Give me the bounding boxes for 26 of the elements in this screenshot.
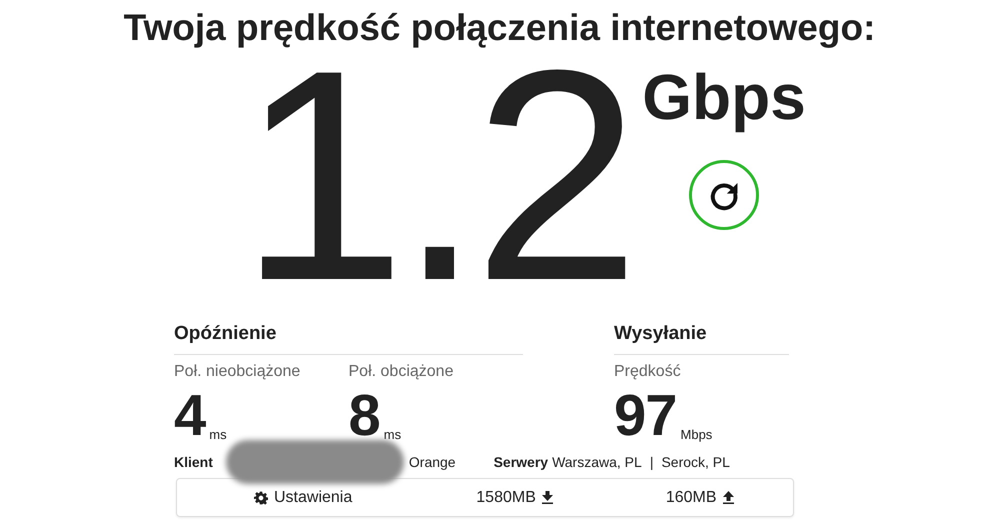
upload-icon bbox=[722, 491, 734, 504]
section-heading: Opóźnienie bbox=[174, 321, 523, 355]
metric-label: Poł. nieobciążone bbox=[174, 362, 302, 382]
isp-name: Orange bbox=[408, 452, 456, 472]
metric-label: Prędkość bbox=[614, 362, 682, 382]
metric-value: 8 bbox=[348, 390, 380, 442]
speed-value: 1.2 bbox=[239, 50, 632, 295]
upload-amount: 160MB bbox=[666, 488, 717, 508]
page-title: Twoja prędkość połączenia internetowego: bbox=[124, 6, 876, 50]
settings-button[interactable]: Ustawienia bbox=[254, 486, 352, 510]
metric-value: 97 bbox=[614, 390, 677, 442]
metric-unit: Mbps bbox=[680, 428, 712, 442]
separator: | bbox=[650, 452, 654, 472]
metric-label: Poł. obciążone bbox=[348, 362, 454, 382]
servers-label: Serwery bbox=[494, 452, 548, 472]
section-heading: Wysyłanie bbox=[614, 321, 789, 355]
metric-value: 4 bbox=[174, 390, 206, 442]
speed-unit: Gbps bbox=[642, 62, 806, 132]
download-icon bbox=[542, 491, 553, 504]
client-label: Klient bbox=[174, 452, 213, 472]
download-amount: 1580MB bbox=[476, 488, 536, 508]
gear-icon bbox=[254, 490, 268, 504]
server-name: Serock, PL bbox=[661, 452, 730, 472]
metric-unit: ms bbox=[209, 428, 227, 442]
metric-unit: ms bbox=[384, 428, 402, 442]
server-name: Warszawa, PL bbox=[552, 452, 642, 472]
